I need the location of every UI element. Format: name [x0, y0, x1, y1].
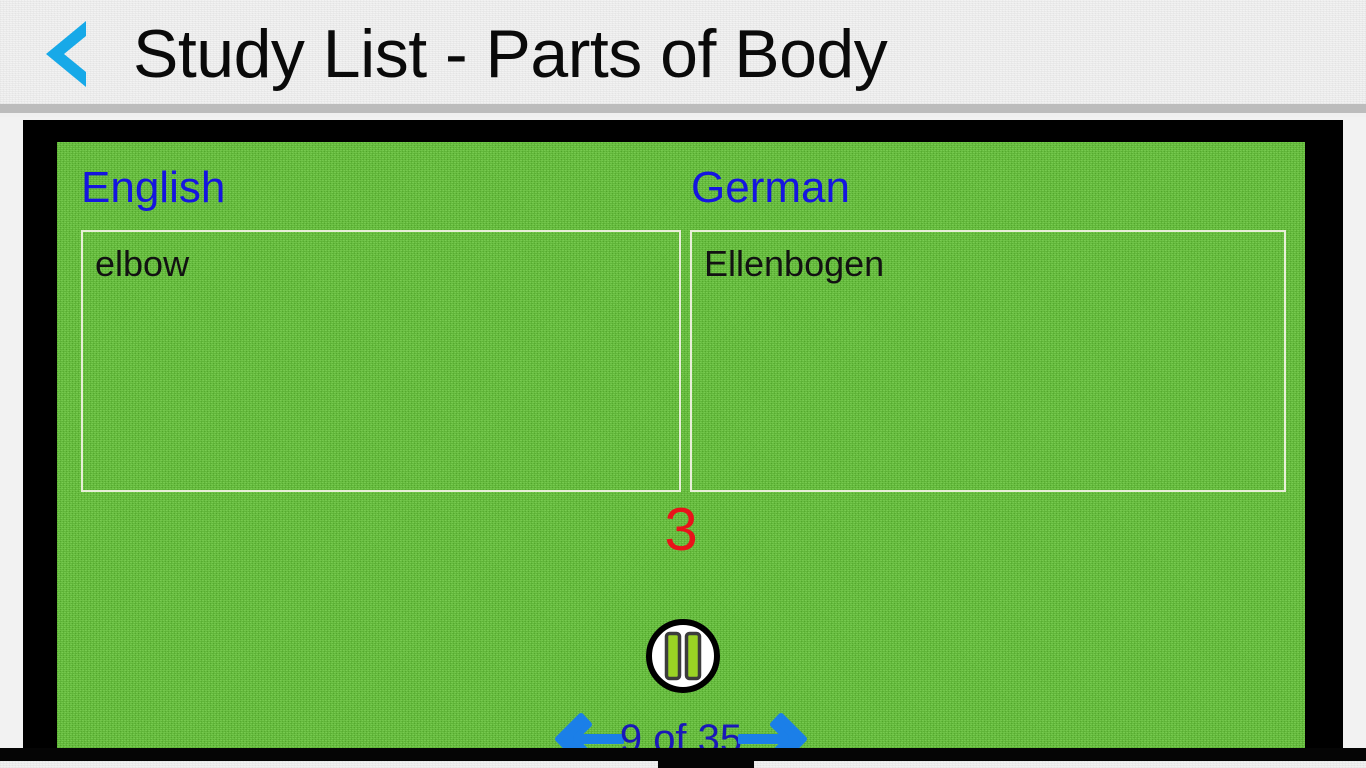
- english-field-value: elbow: [95, 243, 190, 284]
- chevron-left-icon: [46, 21, 86, 87]
- german-field-value: Ellenbogen: [704, 243, 885, 284]
- back-button[interactable]: [24, 14, 104, 94]
- app-header: Study List - Parts of Body: [0, 0, 1366, 104]
- system-bar-handle[interactable]: [658, 761, 754, 768]
- header-divider-shadow: [0, 113, 1366, 117]
- study-card: English German elbow Ellenbogen 3 9 of 3…: [57, 142, 1305, 765]
- german-text-field[interactable]: Ellenbogen: [690, 230, 1286, 492]
- column-label-english: English: [81, 163, 226, 212]
- pause-icon: [646, 619, 720, 693]
- app-root: Study List - Parts of Body English Germa…: [0, 0, 1366, 768]
- pause-button[interactable]: [645, 618, 721, 694]
- system-bar-left-gap: [0, 761, 658, 768]
- column-label-german: German: [691, 163, 850, 212]
- card-frame: English German elbow Ellenbogen 3 9 of 3…: [23, 120, 1343, 765]
- english-text-field[interactable]: elbow: [81, 230, 681, 492]
- header-divider: [0, 104, 1366, 113]
- system-bar-right-gap: [754, 761, 1366, 768]
- countdown-number: 3: [664, 496, 698, 563]
- page-title: Study List - Parts of Body: [133, 16, 888, 92]
